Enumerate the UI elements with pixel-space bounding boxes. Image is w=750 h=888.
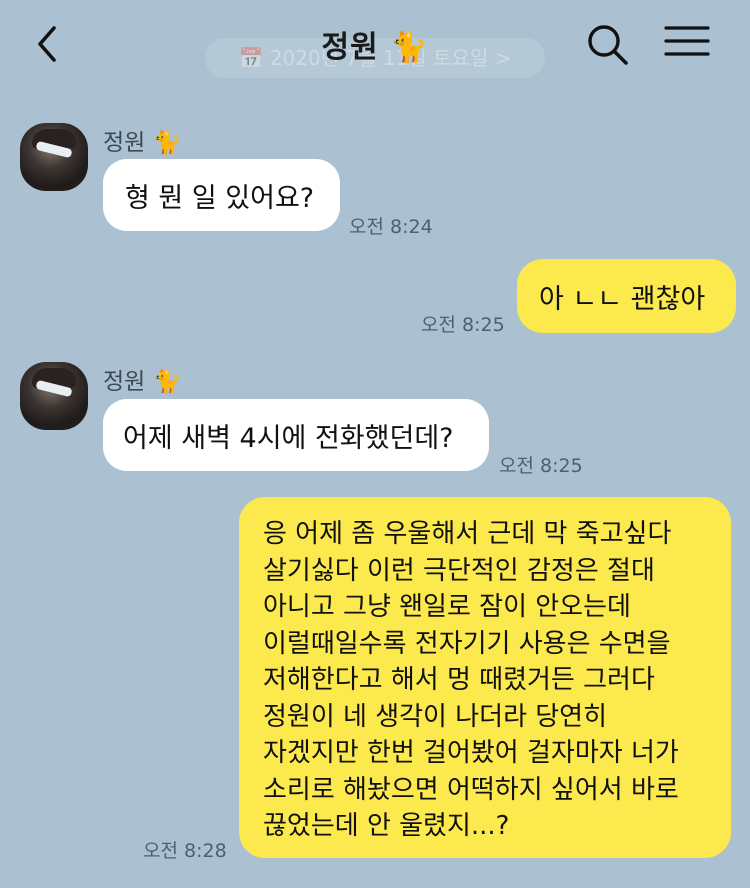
avatar[interactable] bbox=[20, 362, 88, 430]
message-time: 오전 8:25 bbox=[499, 455, 583, 477]
search-icon bbox=[588, 25, 628, 65]
chat-title: 정원 🐈 bbox=[321, 30, 429, 65]
message-bubble-incoming[interactable]: 형 뭔 일 있어요? bbox=[103, 159, 340, 231]
message-bubble-incoming[interactable]: 어제 새벽 4시에 전화했던데? bbox=[103, 399, 489, 471]
message-time: 오전 8:24 bbox=[349, 216, 433, 238]
message-time: 오전 8:28 bbox=[143, 840, 227, 862]
chat-header: 📅 2020년 7월 11일 토요일 > 정원 🐈 bbox=[0, 0, 750, 92]
menu-button[interactable] bbox=[664, 24, 710, 64]
message-text: 응 어제 좀 우울해서 근데 막 죽고싶다 살기싫다 이런 극단적인 감정은 절… bbox=[263, 519, 679, 841]
message-bubble-outgoing[interactable]: 응 어제 좀 우울해서 근데 막 죽고싶다 살기싫다 이런 극단적인 감정은 절… bbox=[239, 497, 731, 858]
sender-name: 정원 🐈 bbox=[103, 130, 182, 156]
message-text: 형 뭔 일 있어요? bbox=[125, 183, 315, 214]
avatar[interactable] bbox=[20, 123, 88, 191]
message-text: 어제 새벽 4시에 전화했던데? bbox=[123, 423, 454, 454]
message-text: 아 ㄴㄴ 괜찮아 bbox=[539, 284, 706, 315]
message-bubble-outgoing[interactable]: 아 ㄴㄴ 괜찮아 bbox=[517, 259, 736, 333]
search-button[interactable] bbox=[585, 22, 629, 66]
message-time: 오전 8:25 bbox=[421, 314, 505, 336]
hamburger-menu-icon bbox=[664, 26, 710, 56]
sender-name: 정원 🐈 bbox=[103, 369, 182, 395]
